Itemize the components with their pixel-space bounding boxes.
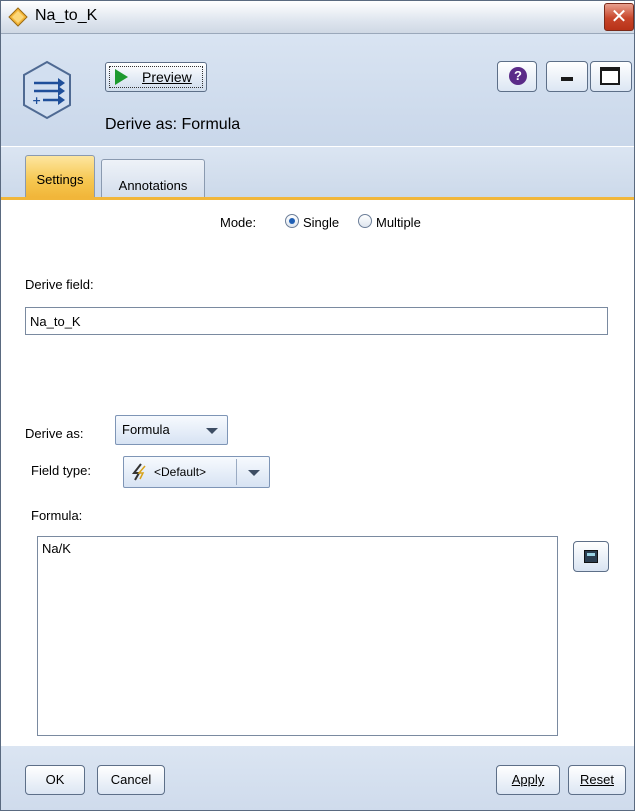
apply-button[interactable]: Apply bbox=[496, 765, 560, 795]
radio-selected-dot bbox=[289, 218, 295, 224]
close-button[interactable]: ✕ bbox=[604, 3, 634, 31]
field-type-value: <Default> bbox=[154, 465, 207, 479]
derive-node-icon: + bbox=[23, 60, 71, 120]
field-type-dropdown[interactable]: <Default> bbox=[123, 456, 270, 488]
help-icon: ? bbox=[509, 67, 527, 85]
formula-textarea[interactable]: Na/K bbox=[37, 536, 558, 736]
active-tab-underline bbox=[1, 197, 634, 200]
derive-as-label: Derive as: bbox=[25, 426, 84, 441]
chevron-down-icon bbox=[248, 470, 260, 476]
lightning-icon bbox=[131, 463, 146, 481]
dialog-header: + Preview ? Derive as: Formula bbox=[1, 34, 634, 146]
derive-node-dialog: Na_to_K ✕ + Preview ? Derive as: Formula… bbox=[0, 0, 635, 811]
reset-button[interactable]: Reset bbox=[568, 765, 626, 795]
chevron-down-icon bbox=[206, 428, 218, 434]
ok-button[interactable]: OK bbox=[25, 765, 85, 795]
calculator-icon bbox=[584, 550, 598, 563]
derive-field-input[interactable] bbox=[25, 307, 608, 335]
derive-as-dropdown[interactable]: Formula bbox=[115, 415, 228, 445]
help-button[interactable]: ? bbox=[497, 61, 537, 92]
tab-bar: Settings Annotations bbox=[1, 147, 634, 197]
preview-button-label: Preview bbox=[142, 69, 192, 85]
tab-annotations[interactable]: Annotations bbox=[101, 159, 205, 197]
maximize-icon bbox=[600, 67, 620, 85]
window-title: Na_to_K bbox=[35, 7, 98, 24]
dropdown-divider bbox=[236, 459, 237, 485]
title-bar[interactable]: Na_to_K ✕ bbox=[1, 1, 634, 34]
formula-label: Formula: bbox=[31, 508, 83, 523]
derive-as-heading: Derive as: Formula bbox=[105, 116, 241, 133]
cancel-button[interactable]: Cancel bbox=[97, 765, 165, 795]
mode-label: Mode: bbox=[220, 215, 257, 230]
derive-node-diamond-icon bbox=[8, 7, 28, 27]
mode-single-radio[interactable] bbox=[285, 214, 299, 228]
mode-multiple-label[interactable]: Multiple bbox=[376, 215, 421, 230]
tab-settings[interactable]: Settings bbox=[25, 155, 95, 197]
mode-single-label[interactable]: Single bbox=[303, 215, 339, 230]
mode-multiple-radio[interactable] bbox=[358, 214, 372, 228]
field-type-label: Field type: bbox=[31, 463, 91, 478]
minimize-button[interactable] bbox=[546, 61, 588, 92]
maximize-button[interactable] bbox=[590, 61, 632, 92]
preview-button[interactable]: Preview bbox=[105, 62, 207, 92]
derive-field-label: Derive field: bbox=[25, 277, 94, 292]
derive-as-value: Formula bbox=[122, 422, 170, 437]
play-icon bbox=[115, 69, 128, 85]
minimize-icon bbox=[561, 77, 573, 81]
expression-builder-button[interactable] bbox=[573, 541, 609, 572]
svg-text:+: + bbox=[32, 94, 41, 107]
